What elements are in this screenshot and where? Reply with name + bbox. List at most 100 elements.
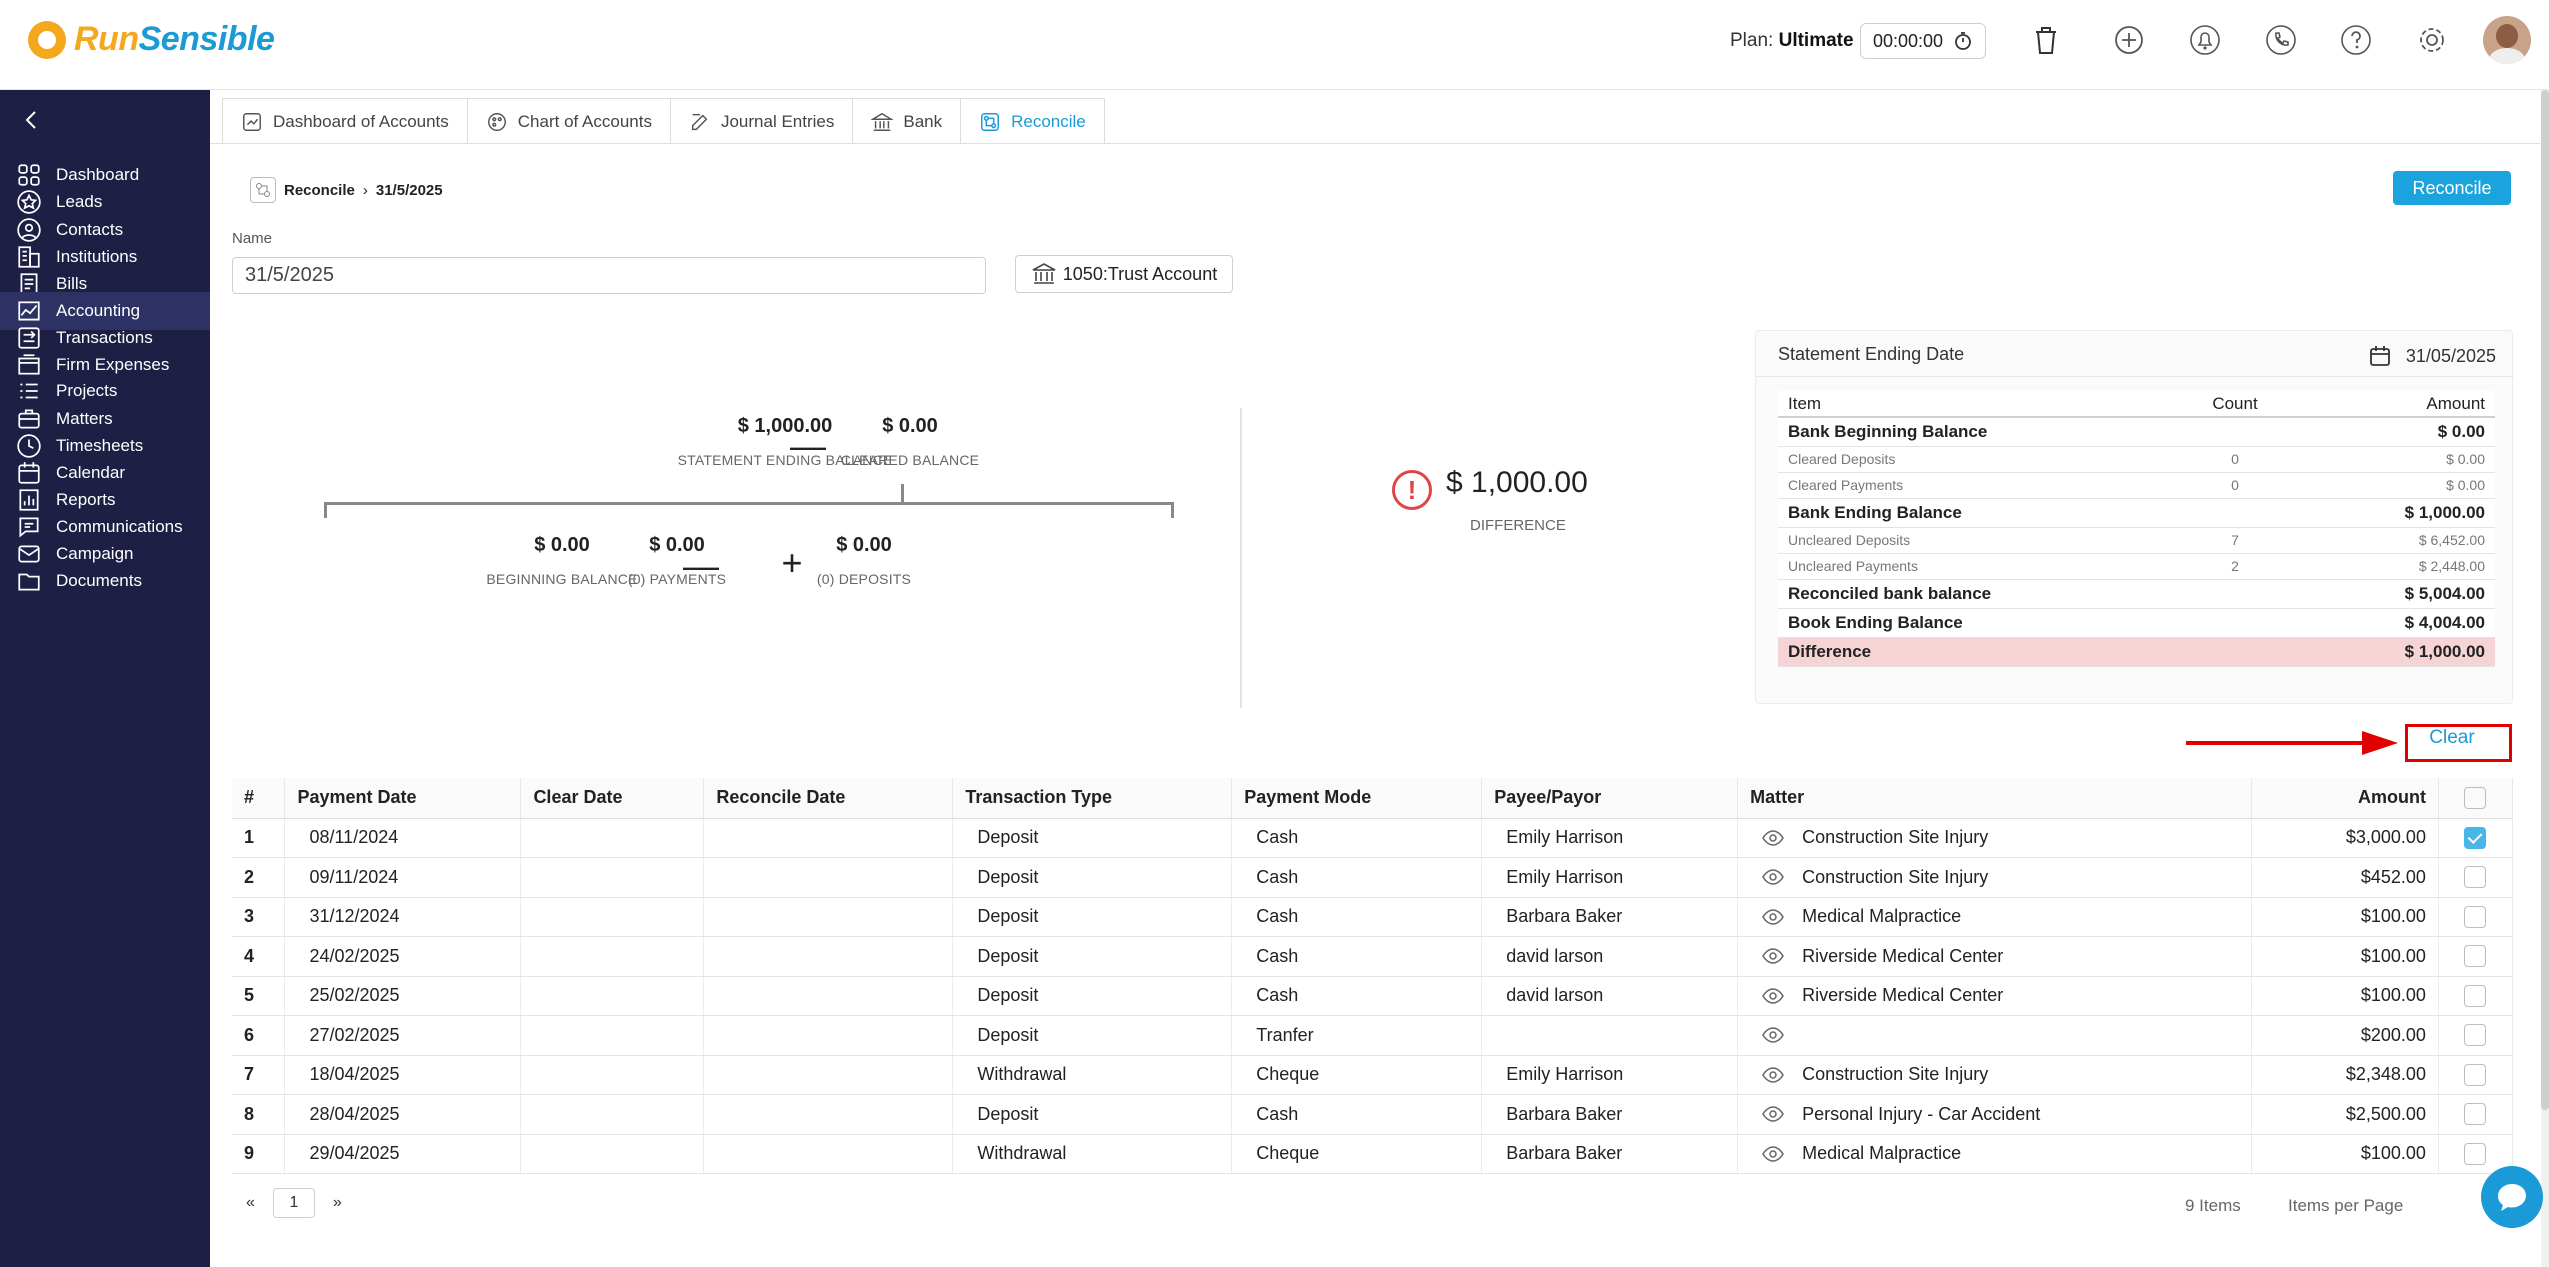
reconcile-button[interactable]: Reconcile [2393,171,2511,205]
table-row[interactable]: 7 18/04/2025 Withdrawal Cheque Emily Harriso… [232,1055,2514,1095]
select-all-checkbox[interactable] [2464,786,2487,809]
breadcrumb-parent[interactable]: Reconcile [284,182,355,199]
table-row[interactable]: 6 27/02/2025 Deposit Tranfer $200.00 [232,1015,2514,1056]
clear-date-cell [520,1094,705,1135]
payment-date-cell: 09/11/2024 [284,857,522,898]
row-checkbox[interactable] [2464,1024,2487,1047]
eye-icon[interactable] [1762,908,1785,925]
tab-dashboard-of-accounts[interactable]: Dashboard of Accounts [222,98,468,144]
matter-name[interactable]: Medical Malpractice [1802,1143,1961,1164]
summary-count [2165,579,2305,609]
amount-cell: $452.00 [2251,857,2439,898]
summary-amount: $ 2,448.00 [2305,553,2495,580]
eye-icon[interactable] [1762,1106,1785,1123]
matter-name[interactable]: Construction Site Injury [1802,827,1988,848]
main-content: Dashboard of Accounts Chart of Accounts Jo… [210,90,2549,1267]
tab-bank[interactable]: Bank [852,98,962,144]
payment-date-cell: 31/12/2024 [284,897,522,937]
avatar[interactable] [2483,16,2531,64]
scrollbar-thumb[interactable] [2541,90,2549,1110]
row-checkbox[interactable] [2464,866,2487,889]
column-header-number[interactable]: # [232,778,286,819]
column-header-clear-date[interactable]: Clear Date [520,778,705,819]
matter-name[interactable]: Construction Site Injury [1802,867,1988,888]
add-time-icon[interactable] [2111,22,2147,58]
gear-icon[interactable] [2414,22,2450,58]
account-selector[interactable]: 1050:Trust Account [1015,255,1233,293]
scrollbar[interactable] [2541,90,2549,1267]
matter-name[interactable]: Construction Site Injury [1802,1064,1988,1085]
trash-icon[interactable] [2028,22,2064,58]
table-row[interactable]: 1 08/11/2024 Deposit Cash Emily Harrison Cons… [232,818,2514,858]
table-row[interactable]: 5 25/02/2025 Deposit Cash david larson Rivers… [232,976,2514,1016]
prev-page-button[interactable]: « [246,1194,255,1212]
bell-icon[interactable] [2187,22,2223,58]
matter-name[interactable]: Riverside Medical Center [1802,946,2003,967]
eye-icon[interactable] [1762,1145,1785,1162]
summary-row: Bank Beginning Balance $ 0.00 [1778,417,2495,447]
next-page-button[interactable]: » [333,1194,342,1212]
annotation-arrow-head [2362,731,2398,755]
summary-row: Bank Ending Balance $ 1,000.00 [1778,498,2495,528]
column-header-payment-mode[interactable]: Payment Mode [1231,778,1483,819]
chat-support-button[interactable] [2481,1166,2543,1228]
sidebar-item-label: Projects [56,381,118,400]
collapse-sidebar-icon[interactable] [20,108,44,132]
summary-row: Uncleared Payments 2 $ 2,448.00 [1778,553,2495,580]
name-label: Name [232,230,273,247]
matter-name[interactable]: Riverside Medical Center [1802,985,2003,1006]
statement-date-picker[interactable]: 31/05/2025 [2368,344,2496,368]
matter-name[interactable]: Personal Injury - Car Accident [1802,1104,2040,1125]
phone-icon[interactable] [2263,22,2299,58]
row-checkbox[interactable] [2464,1142,2487,1165]
row-checkbox[interactable] [2464,826,2487,849]
summary-header-item: Item [1778,391,2165,418]
name-input[interactable] [232,257,986,294]
tab-chart-of-accounts[interactable]: Chart of Accounts [466,98,671,144]
timer[interactable]: 00:00:00 [1860,23,1986,59]
matter-cell: Construction Site Injury [1737,818,2252,858]
row-checkbox[interactable] [2464,905,2487,928]
column-header-amount[interactable]: Amount [2251,778,2439,819]
clear-date-cell [520,976,705,1016]
sidebar-item-label: Campaign [56,544,134,563]
row-number: 5 [232,976,286,1016]
table-row[interactable]: 3 31/12/2024 Deposit Cash Barbara Baker Medic… [232,897,2514,937]
matter-name[interactable]: Medical Malpractice [1802,906,1961,927]
tab-reconcile[interactable]: Reconcile [960,98,1105,144]
items-per-page-label[interactable]: Items per Page [2288,1196,2403,1216]
payee-cell: david larson [1481,936,1739,977]
column-header-payee-payor[interactable]: Payee/Payor [1481,778,1739,819]
eye-icon[interactable] [1762,948,1785,965]
matter-cell: Personal Injury - Car Accident [1737,1094,2252,1135]
eye-icon[interactable] [1762,987,1785,1004]
table-row[interactable]: 8 28/04/2025 Deposit Cash Barbara Baker Perso… [232,1094,2514,1135]
page-number-1[interactable]: 1 [272,1188,315,1218]
row-checkbox[interactable] [2464,1063,2487,1086]
eye-icon[interactable] [1762,1027,1785,1044]
logo[interactable]: RunSensible [28,20,275,59]
summary-item: Book Ending Balance [1778,608,2165,638]
table-row[interactable]: 2 09/11/2024 Deposit Cash Emily Harrison Cons… [232,857,2514,898]
eye-icon[interactable] [1762,1066,1785,1083]
eye-icon[interactable] [1762,829,1785,846]
matter-cell: Medical Malpractice [1737,897,2252,937]
column-header-matter[interactable]: Matter [1737,778,2252,819]
table-row[interactable]: 4 24/02/2025 Deposit Cash david larson Rivers… [232,936,2514,977]
payment-mode-cell: Cash [1231,818,1483,858]
eye-icon[interactable] [1762,869,1785,886]
row-checkbox[interactable] [2464,984,2487,1007]
table-row[interactable]: 9 29/04/2025 Withdrawal Cheque Barbara Baker… [232,1134,2514,1174]
column-header-payment-date[interactable]: Payment Date [284,778,522,819]
row-checkbox[interactable] [2464,945,2487,968]
plan-prefix: Plan: [1730,30,1774,51]
column-header-reconcile-date[interactable]: Reconcile Date [703,778,954,819]
row-checkbox-cell [2438,1094,2514,1135]
help-icon[interactable] [2338,22,2374,58]
sidebar-item-documents[interactable]: Documents [0,562,210,600]
statement-ending-date-label: Statement Ending Date [1778,344,1965,364]
tab-journal-entries[interactable]: Journal Entries [669,98,854,144]
payment-mode-cell: Cash [1231,976,1483,1016]
row-checkbox[interactable] [2464,1103,2487,1126]
column-header-transaction-type[interactable]: Transaction Type [952,778,1233,819]
